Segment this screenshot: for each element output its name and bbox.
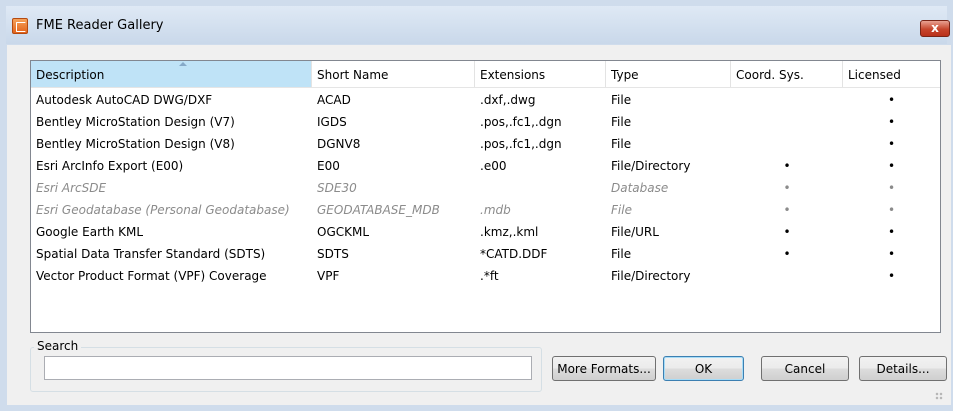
ok-button[interactable]: OK (663, 356, 744, 381)
fme-app-icon (12, 18, 28, 34)
cell-short-name: GEODATABASE_MDB (317, 203, 440, 217)
cell-description: Bentley MicroStation Design (V8) (36, 137, 235, 151)
cell-licensed: • (887, 203, 896, 217)
cell-type: File (611, 115, 632, 129)
cell-type: File/Directory (611, 269, 691, 283)
cell-description: Bentley MicroStation Design (V7) (36, 115, 235, 129)
cell-description: Google Earth KML (36, 225, 144, 239)
cell-type: File (611, 93, 632, 107)
cell-extensions: *CATD.DDF (480, 247, 548, 261)
cell-coord-sys: • (783, 181, 791, 195)
cell-type: File (611, 203, 632, 217)
cell-type: File/URL (611, 225, 659, 239)
column-header-label: Short Name (317, 68, 389, 82)
cell-coord-sys (731, 89, 843, 111)
table-row[interactable]: Esri ArcSDE SDE30 Database • • (31, 177, 940, 199)
cell-licensed: • (887, 181, 896, 195)
cell-coord-sys: • (783, 159, 791, 173)
cell-licensed: • (887, 159, 896, 173)
cell-description: Vector Product Format (VPF) Coverage (36, 269, 267, 283)
cell-extensions: .kmz,.kml (480, 225, 539, 239)
table-row[interactable]: Spatial Data Transfer Standard (SDTS) SD… (31, 243, 940, 265)
search-input[interactable] (44, 356, 532, 380)
cell-coord-sys (731, 133, 843, 155)
column-header-label: Coord. Sys. (736, 68, 804, 82)
cell-description: Esri ArcSDE (36, 181, 107, 195)
table-row[interactable]: Esri ArcInfo Export (E00) E00 .e00 File/… (31, 155, 940, 177)
cell-coord-sys: • (783, 247, 791, 261)
cell-type: File (611, 247, 632, 261)
dialog-body: Description Short Name Extensions Type C… (7, 45, 951, 405)
column-header-short-name[interactable]: Short Name (312, 61, 475, 87)
cell-licensed: • (887, 247, 896, 261)
table-row[interactable]: Autodesk AutoCAD DWG/DXF ACAD .dxf,.dwg … (31, 89, 940, 111)
cell-licensed: • (887, 93, 896, 107)
cell-description: Esri ArcInfo Export (E00) (36, 159, 184, 173)
column-header-extensions[interactable]: Extensions (475, 61, 606, 87)
column-header-label: Licensed (848, 68, 901, 82)
table-header: Description Short Name Extensions Type C… (31, 61, 940, 88)
cell-description: Autodesk AutoCAD DWG/DXF (36, 93, 213, 107)
window-title: FME Reader Gallery (36, 18, 164, 33)
cell-description: Spatial Data Transfer Standard (SDTS) (36, 247, 266, 261)
cell-extensions: .dxf,.dwg (480, 93, 536, 107)
reader-table[interactable]: Description Short Name Extensions Type C… (30, 60, 941, 333)
column-header-coord-sys[interactable]: Coord. Sys. (731, 61, 843, 87)
column-header-label: Extensions (480, 68, 546, 82)
table-row[interactable]: Bentley MicroStation Design (V7) IGDS .p… (31, 111, 940, 133)
cell-extensions: .*ft (480, 269, 499, 283)
cell-type: File/Directory (611, 159, 691, 173)
cancel-button[interactable]: Cancel (761, 356, 849, 381)
column-header-type[interactable]: Type (606, 61, 731, 87)
search-label: Search (34, 339, 82, 353)
cell-extensions: .e00 (480, 159, 507, 173)
table-row[interactable]: Vector Product Format (VPF) Coverage VPF… (31, 265, 940, 287)
cell-extensions: .mdb (480, 203, 511, 217)
dialog-window: FME Reader Gallery x Description Short N… (0, 0, 953, 411)
sort-ascending-icon (179, 62, 187, 66)
cell-short-name: ACAD (317, 93, 351, 107)
details-button[interactable]: Details... (859, 356, 947, 381)
cell-description: Esri Geodatabase (Personal Geodatabase) (36, 203, 290, 217)
cell-coord-sys: • (783, 225, 791, 239)
table-row[interactable]: Bentley MicroStation Design (V8) DGNV8 .… (31, 133, 940, 155)
cell-extensions: .pos,.fc1,.dgn (480, 137, 562, 151)
table-row[interactable]: Esri Geodatabase (Personal Geodatabase) … (31, 199, 940, 221)
cell-short-name: OGCKML (317, 225, 370, 239)
cell-licensed: • (887, 115, 896, 129)
cell-licensed: • (887, 225, 896, 239)
resize-grip-icon[interactable] (935, 392, 943, 400)
column-header-licensed[interactable]: Licensed (843, 61, 940, 87)
cell-extensions: .pos,.fc1,.dgn (480, 115, 562, 129)
cell-short-name: SDTS (317, 247, 349, 261)
cell-short-name: DGNV8 (317, 137, 361, 151)
column-header-label: Description (36, 68, 105, 82)
cell-short-name: VPF (317, 269, 340, 283)
column-header-label: Type (611, 68, 639, 82)
cell-coord-sys (731, 111, 843, 133)
table-row[interactable]: Google Earth KML OGCKML .kmz,.kml File/U… (31, 221, 940, 243)
more-formats-button[interactable]: More Formats... (552, 356, 656, 381)
column-header-description[interactable]: Description (31, 61, 312, 87)
cell-licensed: • (887, 137, 896, 151)
cell-short-name: SDE30 (317, 181, 357, 195)
cell-licensed: • (887, 269, 896, 283)
cell-short-name: IGDS (317, 115, 347, 129)
cell-extensions (475, 177, 606, 199)
cell-coord-sys: • (783, 203, 791, 217)
cell-type: File (611, 137, 632, 151)
close-button[interactable]: x (920, 20, 950, 37)
cell-coord-sys (731, 265, 843, 287)
cell-short-name: E00 (317, 159, 340, 173)
cell-type: Database (611, 181, 669, 195)
